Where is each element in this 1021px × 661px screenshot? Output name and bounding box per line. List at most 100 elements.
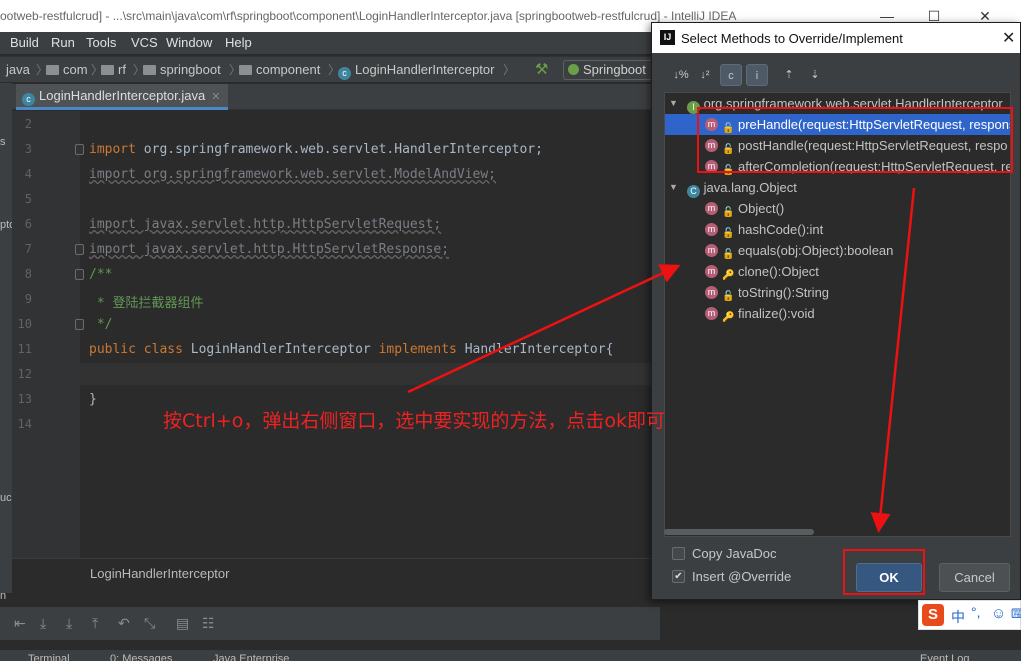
code-line-10: */ [89, 317, 113, 332]
scroll-down-icon[interactable]: ⤓ [40, 615, 46, 632]
folder-icon [143, 65, 156, 75]
run-panel-label[interactable]: n [0, 590, 6, 602]
line-number: 2 [24, 117, 32, 131]
current-line-highlight [80, 363, 660, 385]
ime-punctuation-toggle[interactable]: °, [971, 604, 981, 620]
settings-icon[interactable]: ☷ [202, 615, 215, 632]
terminal-tab[interactable]: Terminal [28, 653, 70, 661]
group-name: java.lang.Object [703, 180, 797, 195]
code-text: HandlerInterceptor{ [456, 342, 614, 357]
favorites-panel-label[interactable]: uc [0, 492, 12, 504]
code-line-4: import org.springframework.web.servlet.M… [89, 167, 496, 182]
group-label: C java.lang.Object [687, 177, 797, 198]
breadcrumb-label: LoginHandlerInterceptor [355, 62, 495, 77]
code-line-3: import org.springframework.web.servlet.H… [89, 142, 543, 157]
menu-build[interactable]: Build [10, 35, 39, 50]
copy-javadoc-label[interactable]: Copy JavaDoc [692, 546, 777, 561]
protected-visibility-icon: 🔑 [722, 312, 735, 323]
collapse-all-icon[interactable]: ⇣ [804, 64, 826, 86]
comment-text: 登陆拦截器组件 [112, 296, 204, 311]
breadcrumb-springboot[interactable]: springboot [143, 62, 221, 77]
editor-breadcrumb[interactable]: LoginHandlerInterceptor [90, 566, 229, 581]
breadcrumb-label: component [256, 62, 321, 77]
messages-tab[interactable]: 0: Messages [110, 653, 172, 661]
folder-icon [46, 65, 59, 75]
insert-override-label[interactable]: Insert @Override [692, 569, 791, 584]
breadcrumb-java[interactable]: java [6, 62, 30, 77]
code-line-6: import javax.servlet.http.HttpServletReq… [89, 217, 442, 232]
method-row-equals[interactable]: m 🔓 equals(obj:Object):boolean [665, 240, 1010, 261]
method-row-finalize[interactable]: m 🔑 finalize():void [665, 303, 1010, 324]
triangle-down-icon[interactable]: ▼ [669, 177, 678, 198]
keyboard-icon[interactable]: ⌨ [1011, 606, 1021, 622]
soft-wrap-icon[interactable]: ⇤ [14, 615, 26, 632]
layout-icon[interactable]: ▤ [176, 615, 189, 632]
navigation-bar: java 〉 com 〉 rf 〉 springboot 〉 component… [0, 56, 660, 83]
event-log-tab[interactable]: Event Log [920, 653, 970, 661]
java-enterprise-tab[interactable]: Java Enterprise [213, 653, 289, 661]
intellij-logo-icon: IJ [660, 30, 675, 45]
diff-icon[interactable]: ⤡ [144, 615, 155, 632]
menu-run[interactable]: Run [51, 35, 75, 50]
sogou-logo-icon[interactable]: S [922, 604, 944, 626]
line-number: 8 [24, 267, 32, 281]
dialog-title: Select Methods to Override/Implement [681, 31, 903, 46]
dialog-close-button[interactable]: ✕ [1002, 28, 1015, 48]
cancel-button[interactable]: Cancel [939, 563, 1010, 592]
fold-marker-icon[interactable] [75, 269, 84, 280]
close-tab-icon[interactable]: ✕ [211, 91, 220, 103]
emoji-icon[interactable]: ☺ [991, 605, 1006, 622]
menu-help[interactable]: Help [225, 35, 252, 50]
method-label: hashCode():int [738, 222, 824, 237]
upload-icon[interactable]: ⤒ [92, 615, 98, 632]
ime-toolbar: S 中 °, ☺ ⌨ [918, 600, 1021, 630]
keyword: public class [89, 342, 183, 357]
breadcrumb-rf[interactable]: rf [101, 62, 126, 77]
keyword: implements [378, 342, 457, 357]
method-row-clone[interactable]: m 🔑 clone():Object [665, 261, 1010, 282]
breadcrumb-label: java [6, 62, 30, 77]
run-configuration-label: Springboot [583, 62, 646, 77]
code-editor[interactable]: 2 3 4 5 6 7 8 9 10 11 12 13 14 import or… [12, 111, 660, 558]
method-row-hashcode[interactable]: m 🔓 hashCode():int [665, 219, 1010, 240]
tree-group-object[interactable]: ▼ C java.lang.Object [665, 177, 1010, 198]
scroll-end-icon[interactable]: ⤓ [66, 615, 72, 632]
sort-by-visibility-icon[interactable]: ↓% [670, 64, 692, 86]
show-classes-icon[interactable]: c [720, 64, 742, 86]
line-number: 13 [17, 392, 32, 406]
breadcrumb-label: springboot [160, 62, 221, 77]
expand-all-icon[interactable]: ⇡ [778, 64, 800, 86]
spring-leaf-icon [568, 64, 579, 75]
horizontal-scrollbar[interactable] [664, 529, 814, 535]
fold-marker-icon[interactable] [75, 144, 84, 155]
menu-window[interactable]: Window [166, 35, 212, 50]
class-icon: c [22, 93, 35, 106]
editor-tab[interactable]: c LoginHandlerInterceptor.java ✕ [16, 84, 229, 110]
code-line-13: } [89, 392, 97, 407]
menu-vcs[interactable]: VCS [131, 35, 158, 50]
method-label: equals(obj:Object):boolean [738, 243, 894, 258]
breadcrumb-com[interactable]: com [46, 62, 88, 77]
insert-override-checkbox[interactable]: ✔ [672, 570, 685, 583]
breadcrumb-component[interactable]: component [239, 62, 320, 77]
code-line-11: public class LoginHandlerInterceptor imp… [89, 342, 613, 357]
fold-marker-icon[interactable] [75, 319, 84, 330]
method-row-tostring[interactable]: m 🔓 toString():String [665, 282, 1010, 303]
copy-javadoc-checkbox[interactable] [672, 547, 685, 560]
line-number: 10 [17, 317, 32, 331]
triangle-down-icon[interactable]: ▼ [669, 93, 678, 114]
export-icon[interactable]: ↶ [118, 615, 130, 632]
ime-mode-toggle[interactable]: 中 [951, 607, 965, 627]
run-configuration-select[interactable]: Springboot [563, 60, 660, 80]
code-line-7: import javax.servlet.http.HttpServletRes… [89, 242, 450, 257]
menu-tools[interactable]: Tools [86, 35, 116, 50]
show-interfaces-icon[interactable]: i [746, 64, 768, 86]
breadcrumb-class[interactable]: c LoginHandlerInterceptor [338, 62, 494, 80]
tool-window-bar: Terminal 0: Messages Java Enterprise Eve… [0, 649, 1021, 661]
fold-marker-icon[interactable] [75, 244, 84, 255]
project-panel-label[interactable]: s [0, 136, 6, 148]
method-row-object[interactable]: m 🔓 Object() [665, 198, 1010, 219]
sort-alphabetically-icon[interactable]: ↓² [694, 64, 716, 86]
build-hammer-icon[interactable]: ⚒ [535, 60, 548, 78]
menu-bar: Build Run Tools VCS Window Help [0, 32, 660, 54]
